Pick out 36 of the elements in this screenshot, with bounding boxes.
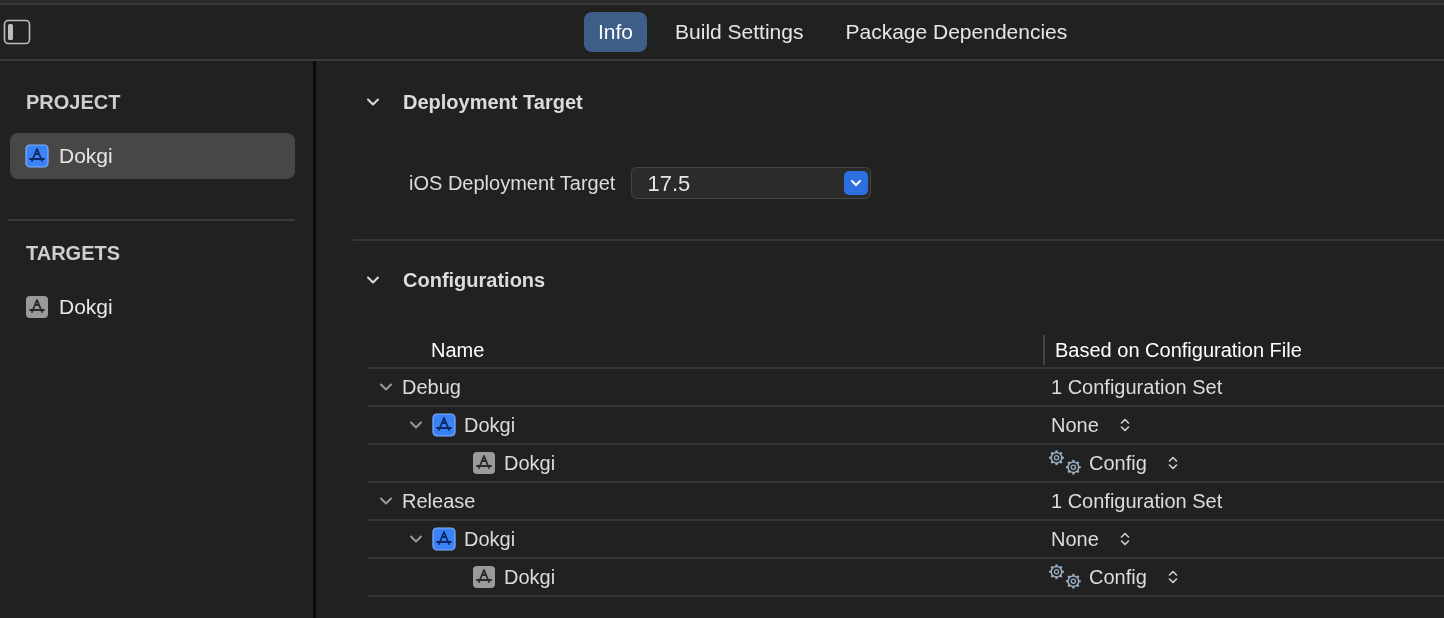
row-name: Dokgi: [504, 451, 556, 476]
row-name: Debug: [402, 375, 461, 400]
section-title: Deployment Target: [403, 90, 583, 115]
row-name: Dokgi: [464, 413, 516, 438]
row-value: 1 Configuration Set: [1051, 489, 1223, 514]
app-icon: [432, 527, 456, 551]
row-value: 1 Configuration Set: [1051, 375, 1223, 400]
section-title: Configurations: [403, 268, 546, 293]
row-name: Release: [402, 489, 476, 514]
section-heading: PROJECT: [25, 90, 122, 115]
field-label: iOS Deployment Target: [409, 171, 616, 196]
sidebar-item[interactable]: Dokgi: [10, 133, 295, 179]
sidebar-item[interactable]: Dokgi: [10, 284, 295, 330]
config-popup[interactable]: None: [1051, 410, 1131, 440]
app-icon: [472, 565, 496, 589]
up-down-icon: [1118, 416, 1131, 434]
tab[interactable]: Package Dependencies: [831, 12, 1082, 52]
section-heading: TARGETS: [25, 241, 122, 266]
app-icon: [432, 413, 456, 437]
app-icon: [472, 451, 496, 475]
config-popup[interactable]: Config: [1089, 448, 1179, 478]
column-header[interactable]: Name: [368, 335, 1043, 365]
tab[interactable]: Build Settings: [661, 12, 818, 52]
row-name: Dokgi: [464, 527, 516, 552]
app-icon: [25, 295, 49, 319]
up-down-icon: [1118, 530, 1131, 548]
tab[interactable]: Info: [584, 12, 648, 52]
version-dropdown[interactable]: 17.5: [631, 167, 872, 199]
config-popup[interactable]: Config: [1089, 562, 1179, 592]
config-popup[interactable]: None: [1051, 524, 1131, 554]
up-down-icon: [1166, 568, 1179, 586]
row-name: Dokgi: [504, 565, 556, 590]
up-down-icon: [1166, 454, 1179, 472]
column-header[interactable]: Based on Configuration File: [1043, 335, 1302, 365]
app-icon: [25, 144, 49, 168]
sidebar-toggle-icon[interactable]: [3, 19, 31, 45]
